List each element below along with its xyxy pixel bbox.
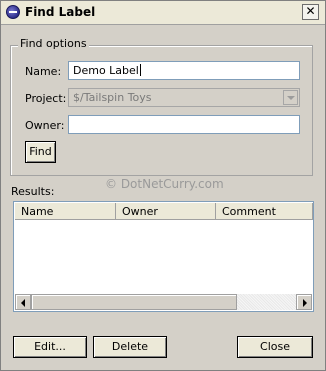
edit-button[interactable]: Edit... — [13, 336, 87, 358]
dialog-title: Find Label — [25, 5, 96, 19]
column-header-name[interactable]: Name — [15, 203, 116, 220]
chevron-down-icon — [283, 90, 298, 105]
close-window-button[interactable]: ✕ — [302, 4, 319, 20]
results-list[interactable]: Name Owner Comment — [13, 201, 314, 312]
text-caret — [139, 64, 141, 76]
delete-button[interactable]: Delete — [93, 336, 167, 358]
results-label: Results: — [11, 185, 55, 198]
project-label: Project: — [25, 92, 67, 105]
scroll-right-icon[interactable] — [296, 294, 312, 310]
column-header-owner[interactable]: Owner — [116, 203, 216, 220]
name-input[interactable]: Demo Label — [68, 61, 300, 80]
scrollbar-thumb[interactable] — [31, 294, 237, 310]
project-select-value: $/Tailspin Toys — [73, 91, 152, 104]
find-options-legend: Find options — [18, 37, 89, 50]
owner-label: Owner: — [25, 119, 65, 132]
horizontal-scrollbar[interactable] — [15, 294, 312, 310]
app-icon — [6, 5, 20, 19]
owner-input[interactable] — [68, 115, 300, 134]
find-label-dialog: Find Label ✕ Find options Name: Demo Lab… — [0, 0, 326, 371]
watermark: © DotNetCurry.com — [105, 177, 224, 191]
find-button[interactable]: Find — [25, 141, 56, 163]
name-label: Name: — [25, 65, 62, 78]
project-select: $/Tailspin Toys — [68, 88, 300, 107]
scroll-left-icon[interactable] — [15, 294, 31, 310]
column-header-comment[interactable]: Comment — [216, 203, 313, 220]
close-button[interactable]: Close — [237, 336, 313, 358]
title-bar: Find Label ✕ — [1, 1, 325, 25]
name-input-value: Demo Label — [73, 64, 139, 77]
